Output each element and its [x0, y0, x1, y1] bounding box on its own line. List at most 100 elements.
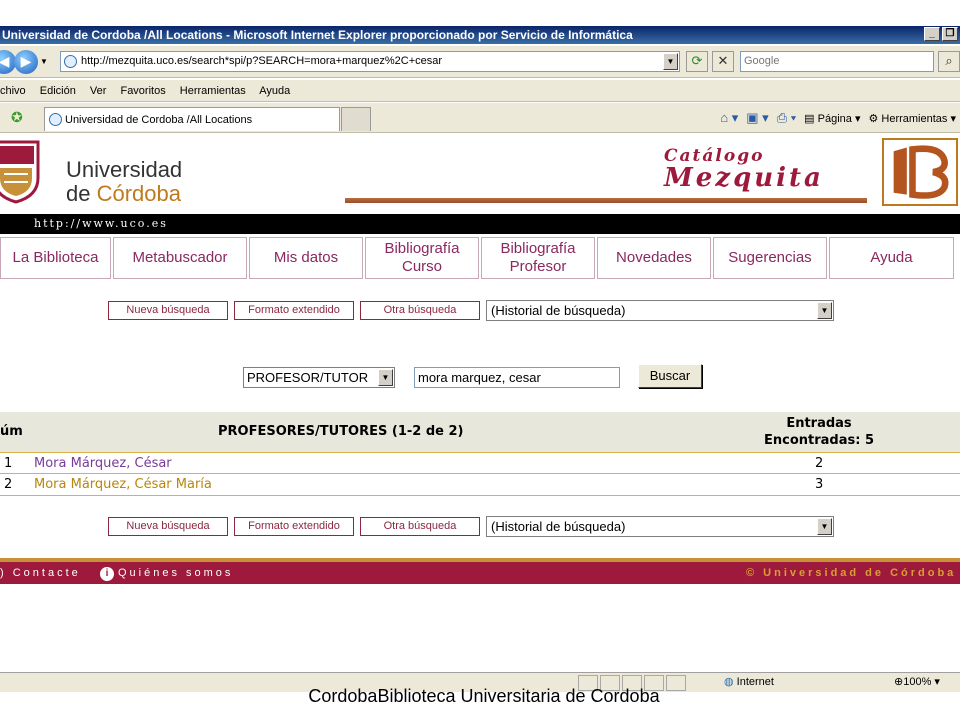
site-header: Universidad de Córdoba Catálogo Mezquita	[0, 134, 960, 214]
table-row: 1 Mora Márquez, César 2	[0, 452, 960, 474]
action-row-top: Nueva búsqueda Formato extendido Otra bú…	[108, 300, 838, 322]
feeds-icon[interactable]: ▣ ▾	[746, 110, 768, 126]
row-number: 1	[4, 456, 13, 471]
contact-label: Contacte	[12, 567, 81, 579]
nav-item-5[interactable]: Novedades	[597, 237, 711, 279]
chevron-down-icon[interactable]: ▼	[378, 369, 393, 386]
search-icon[interactable]: ⌕	[938, 51, 960, 72]
menu-help[interactable]: Ayuda	[259, 85, 290, 97]
chevron-down-icon[interactable]: ▼	[817, 518, 832, 535]
search-history-value: (Historial de búsqueda)	[491, 519, 626, 534]
tab-active[interactable]: Universidad de Cordoba /All Locations	[44, 107, 340, 131]
result-link[interactable]: Mora Márquez, César	[34, 453, 172, 475]
col-entries-line2: Encontradas: 5	[763, 433, 874, 448]
nav-item-0[interactable]: La Biblioteca	[0, 237, 111, 279]
window-title: Universidad de Cordoba /All Locations - …	[2, 28, 633, 42]
col-number: úm	[0, 424, 23, 439]
row-number: 2	[4, 477, 13, 492]
info-icon: i	[100, 567, 114, 581]
print-icon[interactable]: ⎙ ▾	[777, 110, 796, 126]
window-title-bar: Universidad de Cordoba /All Locations - …	[0, 26, 960, 44]
tab-page-icon	[49, 113, 62, 126]
results-table: úm PROFESORES/TUTORES (1-2 de 2) Entrada…	[0, 412, 960, 496]
catalog-logo-line2: Mezquita	[664, 163, 824, 193]
restore-button[interactable]: ❐	[942, 27, 958, 41]
web-search-placeholder: Google	[744, 55, 780, 67]
action-row-bottom: Nueva búsqueda Formato extendido Otra bú…	[108, 516, 838, 538]
extended-format-button[interactable]: Formato extendido	[234, 301, 354, 320]
other-search-button[interactable]: Otra búsqueda	[360, 301, 480, 320]
stop-icon[interactable]: ✕	[712, 51, 734, 72]
search-history-select[interactable]: (Historial de búsqueda) ▼	[486, 516, 834, 537]
refresh-icon[interactable]: ⟳	[686, 51, 708, 72]
new-tab-button[interactable]	[341, 107, 371, 131]
header-divider	[345, 198, 867, 203]
nav-item-6[interactable]: Sugerencias	[713, 237, 827, 279]
forward-icon[interactable]: ▶	[14, 50, 38, 74]
university-shield-logo	[0, 140, 40, 204]
url-text: http://mezquita.uco.es/search*spi/p?SEAR…	[81, 55, 443, 67]
menu-view[interactable]: Ver	[90, 85, 107, 97]
tools-menu[interactable]: ⚙ Herramientas ▾	[868, 112, 956, 125]
tools-menu-label: Herramientas	[881, 112, 948, 125]
col-title: PROFESORES/TUTORES (1-2 de 2)	[218, 424, 464, 439]
university-name[interactable]: Universidad de Córdoba	[66, 158, 182, 206]
menu-bar: chivo Edición Ver Favoritos Herramientas…	[0, 80, 960, 102]
search-button[interactable]: Buscar	[638, 364, 702, 388]
menu-tools[interactable]: Herramientas	[180, 85, 246, 97]
history-dropdown-icon[interactable]: ▼	[40, 57, 48, 66]
nav-item-2[interactable]: Mis datos	[249, 237, 363, 279]
url-field[interactable]: http://mezquita.uco.es/search*spi/p?SEAR…	[60, 51, 680, 72]
window-controls: _ ❐	[924, 27, 958, 41]
search-history-value: (Historial de búsqueda)	[491, 303, 626, 318]
copyright-text: © Universidad de Córdoba	[746, 567, 957, 579]
about-link[interactable]: i Quiénes somos	[100, 562, 233, 584]
result-link[interactable]: Mora Márquez, César María	[34, 474, 212, 496]
row-count: 2	[815, 456, 824, 471]
address-bar: ◀ ▶ ▼ http://mezquita.uco.es/search*spi/…	[0, 46, 960, 78]
menu-edit[interactable]: Edición	[40, 85, 76, 97]
nav-item-7[interactable]: Ayuda	[829, 237, 954, 279]
new-search-button[interactable]: Nueva búsqueda	[108, 301, 228, 320]
search-form: PROFESOR/TUTOR ▼ mora marquez, cesar Bus…	[243, 364, 723, 390]
col-entries-line1: Entradas	[786, 416, 852, 431]
uco-emblem-graphic	[893, 145, 949, 199]
search-query-input[interactable]: mora marquez, cesar	[414, 367, 620, 388]
contact-link[interactable]: ) Contacte	[0, 562, 81, 584]
about-label: Quiénes somos	[118, 567, 234, 579]
home-icon[interactable]: ⌂ ▾	[720, 110, 738, 126]
catalog-logo[interactable]: Catálogo Mezquita	[664, 146, 824, 193]
main-nav: La Biblioteca Metabuscador Mis datos Biblio…	[0, 237, 960, 279]
extended-format-button[interactable]: Formato extendido	[234, 517, 354, 536]
page-menu[interactable]: ▤ Página ▾	[804, 112, 860, 125]
minimize-button[interactable]: _	[924, 27, 940, 41]
chevron-down-icon[interactable]: ▼	[817, 302, 832, 319]
nav-item-1[interactable]: Metabuscador	[113, 237, 247, 279]
results-header: úm PROFESORES/TUTORES (1-2 de 2) Entrada…	[0, 412, 960, 452]
search-type-value: PROFESOR/TUTOR	[247, 370, 369, 385]
page-menu-label: Página	[817, 112, 852, 125]
menu-favorites[interactable]: Favoritos	[120, 85, 165, 97]
other-search-button[interactable]: Otra búsqueda	[360, 517, 480, 536]
tab-label: Universidad de Cordoba /All Locations	[65, 114, 253, 126]
web-search-input[interactable]: Google	[740, 51, 934, 72]
site-url-strip[interactable]: http://www.uco.es	[0, 214, 960, 234]
copyright: © Universidad de Córdoba	[712, 562, 960, 584]
page-icon	[64, 55, 77, 68]
university-name-prefix: de	[66, 181, 97, 206]
slide-caption: CordobaBiblioteca Universitaria de Cordo…	[308, 686, 660, 706]
site-footer: ) Contacte i Quiénes somos © Universidad …	[0, 558, 960, 584]
nav-item-4[interactable]: Bibliografía Profesor	[481, 237, 595, 279]
url-dropdown-icon[interactable]: ▼	[663, 53, 678, 70]
uco-emblem[interactable]	[882, 138, 958, 206]
university-name-line1: Universidad	[66, 157, 183, 182]
command-bar: ⌂ ▾ ▣ ▾ ⎙ ▾ ▤ Página ▾ ⚙ Herramientas ▾	[720, 110, 956, 126]
nav-item-3[interactable]: Bibliografía Curso	[365, 237, 479, 279]
tab-bar: ✪ Universidad de Cordoba /All Locations …	[0, 103, 960, 133]
menu-file[interactable]: chivo	[0, 85, 26, 97]
search-history-select[interactable]: (Historial de búsqueda) ▼	[486, 300, 834, 321]
favorites-star-icon[interactable]: ✪	[11, 109, 23, 126]
row-count: 3	[815, 477, 824, 492]
search-type-select[interactable]: PROFESOR/TUTOR ▼	[243, 367, 395, 388]
new-search-button[interactable]: Nueva búsqueda	[108, 517, 228, 536]
